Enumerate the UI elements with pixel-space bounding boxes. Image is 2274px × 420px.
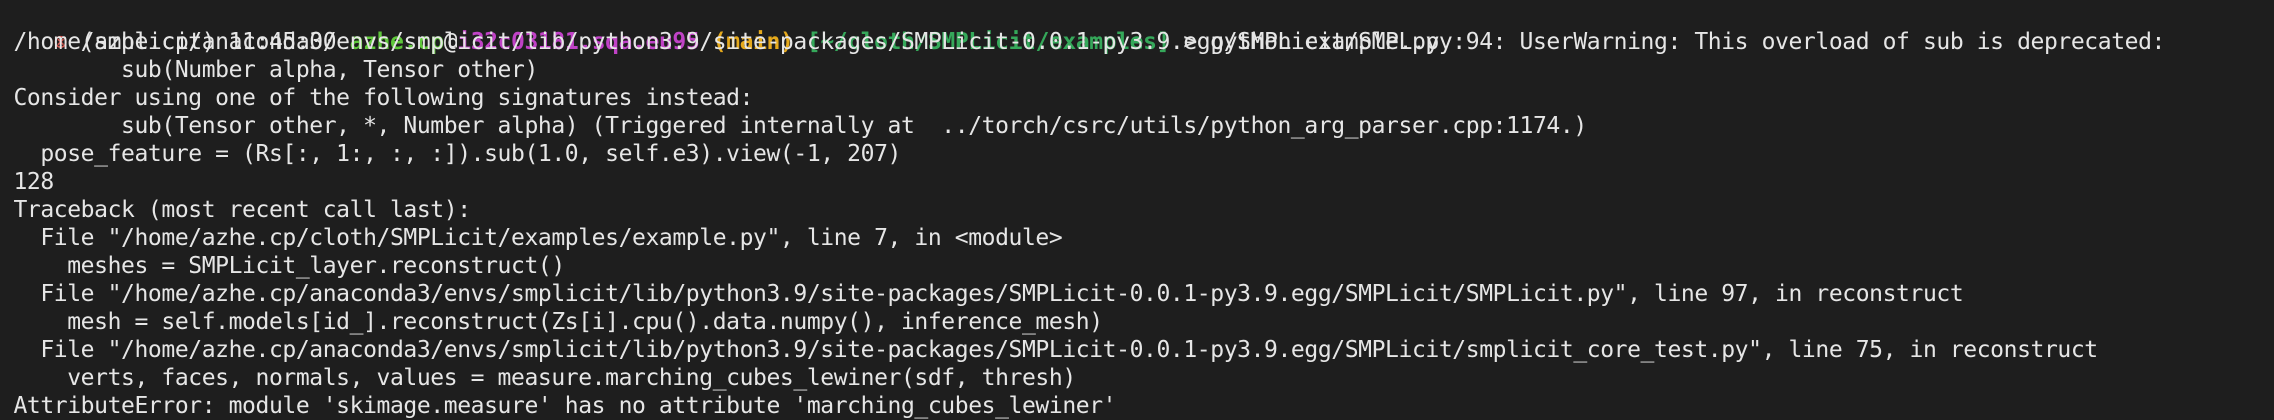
output-line: pose_feature = (Rs[:, 1:, :, :]).sub(1.0…	[0, 141, 901, 167]
output-line: /home/azhe.cp/anaconda3/envs/smplicit/li…	[0, 29, 2165, 55]
output-line: 128	[0, 169, 54, 195]
error-message: AttributeError: module 'skimage.measure'…	[0, 393, 1117, 419]
output-line: sub(Number alpha, Tensor other)	[0, 57, 538, 83]
prompt-line: ⊗ (smplicit) 11:45:00 azhe.cp@i32c03181.…	[0, 0, 1440, 55]
terminal-window[interactable]: ⊗ (smplicit) 11:45:00 azhe.cp@i32c03181.…	[0, 0, 2274, 420]
traceback-frame: File "/home/azhe.cp/anaconda3/envs/smpli…	[0, 281, 1964, 307]
output-line: sub(Tensor other, *, Number alpha) (Trig…	[0, 113, 1587, 139]
traceback-code: mesh = self.models[id_].reconstruct(Zs[i…	[0, 309, 1103, 335]
traceback-code: verts, faces, normals, values = measure.…	[0, 365, 1076, 391]
traceback-header: Traceback (most recent call last):	[0, 197, 471, 223]
output-line: Consider using one of the following sign…	[0, 85, 754, 111]
traceback-code: meshes = SMPLicit_layer.reconstruct()	[0, 253, 565, 279]
traceback-frame: File "/home/azhe.cp/anaconda3/envs/smpli…	[0, 337, 2098, 363]
traceback-frame: File "/home/azhe.cp/cloth/SMPLicit/examp…	[0, 225, 1063, 251]
